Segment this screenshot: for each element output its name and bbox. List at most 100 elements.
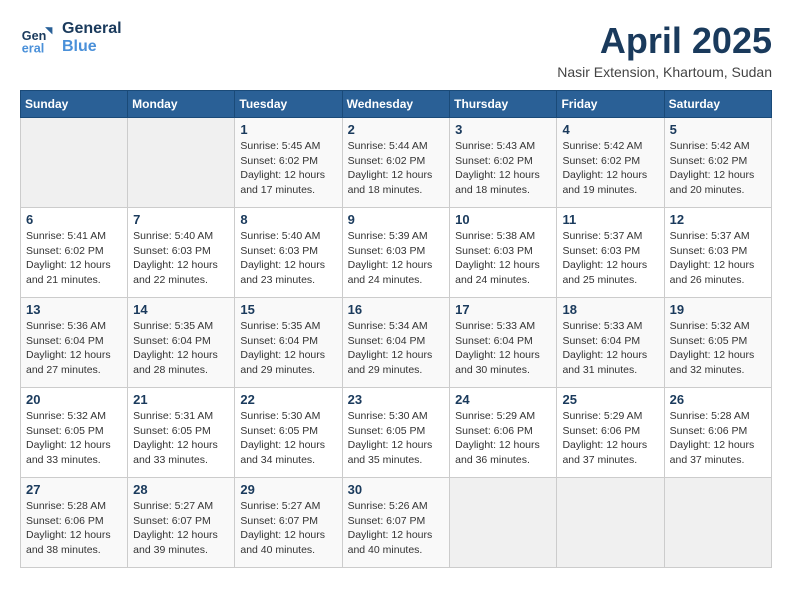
weekday-header-tuesday: Tuesday bbox=[235, 91, 342, 118]
calendar: SundayMondayTuesdayWednesdayThursdayFrid… bbox=[20, 90, 772, 568]
day-info: Sunrise: 5:32 AMSunset: 6:05 PMDaylight:… bbox=[670, 319, 766, 378]
day-info: Sunrise: 5:37 AMSunset: 6:03 PMDaylight:… bbox=[670, 229, 766, 288]
day-number: 27 bbox=[26, 482, 122, 497]
week-row-5: 27 Sunrise: 5:28 AMSunset: 6:06 PMDayligh… bbox=[21, 478, 772, 568]
day-info: Sunrise: 5:31 AMSunset: 6:05 PMDaylight:… bbox=[133, 409, 229, 468]
day-info: Sunrise: 5:28 AMSunset: 6:06 PMDaylight:… bbox=[670, 409, 766, 468]
calendar-cell bbox=[21, 118, 128, 208]
day-info: Sunrise: 5:27 AMSunset: 6:07 PMDaylight:… bbox=[133, 499, 229, 558]
day-info: Sunrise: 5:28 AMSunset: 6:06 PMDaylight:… bbox=[26, 499, 122, 558]
weekday-header-thursday: Thursday bbox=[450, 91, 557, 118]
day-number: 8 bbox=[240, 212, 336, 227]
calendar-cell: 10 Sunrise: 5:38 AMSunset: 6:03 PMDayligh… bbox=[450, 208, 557, 298]
day-info: Sunrise: 5:43 AMSunset: 6:02 PMDaylight:… bbox=[455, 139, 551, 198]
svg-text:eral: eral bbox=[22, 41, 44, 55]
day-number: 25 bbox=[562, 392, 658, 407]
day-number: 24 bbox=[455, 392, 551, 407]
calendar-cell bbox=[664, 478, 771, 568]
day-number: 29 bbox=[240, 482, 336, 497]
calendar-cell: 1Sunrise: 5:45 AMSunset: 6:02 PMDaylight… bbox=[235, 118, 342, 208]
calendar-cell: 23 Sunrise: 5:30 AMSunset: 6:05 PMDayligh… bbox=[342, 388, 450, 478]
day-number: 20 bbox=[26, 392, 122, 407]
calendar-cell: 26 Sunrise: 5:28 AMSunset: 6:06 PMDayligh… bbox=[664, 388, 771, 478]
day-number: 11 bbox=[562, 212, 658, 227]
day-number: 18 bbox=[562, 302, 658, 317]
weekday-header-sunday: Sunday bbox=[21, 91, 128, 118]
day-info: Sunrise: 5:33 AMSunset: 6:04 PMDaylight:… bbox=[562, 319, 658, 378]
day-number: 21 bbox=[133, 392, 229, 407]
month-title: April 2025 bbox=[557, 20, 772, 62]
calendar-cell: 24 Sunrise: 5:29 AMSunset: 6:06 PMDayligh… bbox=[450, 388, 557, 478]
day-info: Sunrise: 5:35 AMSunset: 6:04 PMDaylight:… bbox=[240, 319, 336, 378]
day-info: Sunrise: 5:32 AMSunset: 6:05 PMDaylight:… bbox=[26, 409, 122, 468]
day-number: 16 bbox=[348, 302, 445, 317]
day-number: 23 bbox=[348, 392, 445, 407]
day-info: Sunrise: 5:40 AMSunset: 6:03 PMDaylight:… bbox=[240, 229, 336, 288]
day-info: Sunrise: 5:26 AMSunset: 6:07 PMDaylight:… bbox=[348, 499, 445, 558]
logo-text: General Blue bbox=[62, 20, 122, 56]
day-info: Sunrise: 5:30 AMSunset: 6:05 PMDaylight:… bbox=[240, 409, 336, 468]
calendar-cell: 3 Sunrise: 5:43 AMSunset: 6:02 PMDaylight… bbox=[450, 118, 557, 208]
calendar-cell: 2 Sunrise: 5:44 AMSunset: 6:02 PMDaylight… bbox=[342, 118, 450, 208]
calendar-header: SundayMondayTuesdayWednesdayThursdayFrid… bbox=[21, 91, 772, 118]
weekday-header-row: SundayMondayTuesdayWednesdayThursdayFrid… bbox=[21, 91, 772, 118]
calendar-cell: 20 Sunrise: 5:32 AMSunset: 6:05 PMDayligh… bbox=[21, 388, 128, 478]
calendar-cell: 7 Sunrise: 5:40 AMSunset: 6:03 PMDaylight… bbox=[128, 208, 235, 298]
calendar-cell: 17 Sunrise: 5:33 AMSunset: 6:04 PMDayligh… bbox=[450, 298, 557, 388]
calendar-cell: 30 Sunrise: 5:26 AMSunset: 6:07 PMDayligh… bbox=[342, 478, 450, 568]
weekday-header-saturday: Saturday bbox=[664, 91, 771, 118]
weekday-header-friday: Friday bbox=[557, 91, 664, 118]
day-info: Sunrise: 5:36 AMSunset: 6:04 PMDaylight:… bbox=[26, 319, 122, 378]
day-number: 10 bbox=[455, 212, 551, 227]
calendar-cell bbox=[450, 478, 557, 568]
week-row-1: 1Sunrise: 5:45 AMSunset: 6:02 PMDaylight… bbox=[21, 118, 772, 208]
week-row-2: 6Sunrise: 5:41 AMSunset: 6:02 PMDaylight… bbox=[21, 208, 772, 298]
calendar-cell: 8 Sunrise: 5:40 AMSunset: 6:03 PMDaylight… bbox=[235, 208, 342, 298]
calendar-cell bbox=[128, 118, 235, 208]
day-info: Sunrise: 5:30 AMSunset: 6:05 PMDaylight:… bbox=[348, 409, 445, 468]
title-area: April 2025 Nasir Extension, Khartoum, Su… bbox=[557, 20, 772, 80]
day-number: 6 bbox=[26, 212, 122, 227]
day-info: Sunrise: 5:38 AMSunset: 6:03 PMDaylight:… bbox=[455, 229, 551, 288]
calendar-cell: 9 Sunrise: 5:39 AMSunset: 6:03 PMDaylight… bbox=[342, 208, 450, 298]
day-number: 30 bbox=[348, 482, 445, 497]
header: Gen eral General Blue April 2025 Nasir E… bbox=[20, 20, 772, 80]
calendar-cell: 12 Sunrise: 5:37 AMSunset: 6:03 PMDayligh… bbox=[664, 208, 771, 298]
logo: Gen eral General Blue bbox=[20, 20, 122, 56]
week-row-4: 20 Sunrise: 5:32 AMSunset: 6:05 PMDayligh… bbox=[21, 388, 772, 478]
day-number: 9 bbox=[348, 212, 445, 227]
day-info: Sunrise: 5:29 AMSunset: 6:06 PMDaylight:… bbox=[562, 409, 658, 468]
day-number: 22 bbox=[240, 392, 336, 407]
day-info: Sunrise: 5:33 AMSunset: 6:04 PMDaylight:… bbox=[455, 319, 551, 378]
day-number: 17 bbox=[455, 302, 551, 317]
day-number: 2 bbox=[348, 122, 445, 137]
day-number: 12 bbox=[670, 212, 766, 227]
logo-icon: Gen eral bbox=[20, 20, 56, 56]
day-number: 5 bbox=[670, 122, 766, 137]
calendar-cell bbox=[557, 478, 664, 568]
calendar-cell: 27 Sunrise: 5:28 AMSunset: 6:06 PMDayligh… bbox=[21, 478, 128, 568]
calendar-cell: 16 Sunrise: 5:34 AMSunset: 6:04 PMDayligh… bbox=[342, 298, 450, 388]
day-number: 28 bbox=[133, 482, 229, 497]
calendar-cell: 11 Sunrise: 5:37 AMSunset: 6:03 PMDayligh… bbox=[557, 208, 664, 298]
day-number: 4 bbox=[562, 122, 658, 137]
day-number: 13 bbox=[26, 302, 122, 317]
day-info: Sunrise: 5:44 AMSunset: 6:02 PMDaylight:… bbox=[348, 139, 445, 198]
day-info: Sunrise: 5:40 AMSunset: 6:03 PMDaylight:… bbox=[133, 229, 229, 288]
day-number: 1 bbox=[240, 122, 336, 137]
day-number: 14 bbox=[133, 302, 229, 317]
calendar-cell: 4 Sunrise: 5:42 AMSunset: 6:02 PMDaylight… bbox=[557, 118, 664, 208]
day-info: Sunrise: 5:34 AMSunset: 6:04 PMDaylight:… bbox=[348, 319, 445, 378]
day-info: Sunrise: 5:39 AMSunset: 6:03 PMDaylight:… bbox=[348, 229, 445, 288]
day-info: Sunrise: 5:37 AMSunset: 6:03 PMDaylight:… bbox=[562, 229, 658, 288]
day-info: Sunrise: 5:42 AMSunset: 6:02 PMDaylight:… bbox=[562, 139, 658, 198]
day-info: Sunrise: 5:29 AMSunset: 6:06 PMDaylight:… bbox=[455, 409, 551, 468]
calendar-cell: 5 Sunrise: 5:42 AMSunset: 6:02 PMDaylight… bbox=[664, 118, 771, 208]
day-number: 15 bbox=[240, 302, 336, 317]
day-info: Sunrise: 5:42 AMSunset: 6:02 PMDaylight:… bbox=[670, 139, 766, 198]
calendar-cell: 29Sunrise: 5:27 AMSunset: 6:07 PMDayligh… bbox=[235, 478, 342, 568]
calendar-cell: 6Sunrise: 5:41 AMSunset: 6:02 PMDaylight… bbox=[21, 208, 128, 298]
day-number: 26 bbox=[670, 392, 766, 407]
day-number: 3 bbox=[455, 122, 551, 137]
day-number: 7 bbox=[133, 212, 229, 227]
